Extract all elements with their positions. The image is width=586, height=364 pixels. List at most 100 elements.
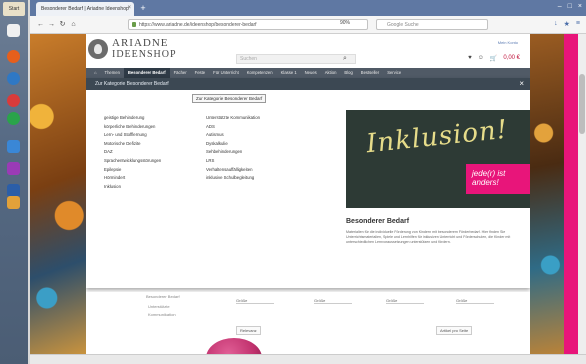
category-all-button[interactable]: Zur Kategorie Besonderer Bedarf [192,94,267,103]
nav-item-besonderer-bedarf[interactable]: Besonderer Bedarf [123,68,170,78]
background-art-right [530,34,564,364]
heart-icon[interactable]: ♥ [468,55,472,62]
sidebar-link[interactable]: Besonderer Bedarf [146,294,180,299]
category-link[interactable]: inklusive Schulbegleitung [206,174,260,183]
category-link[interactable]: ADS [206,123,260,132]
home-icon[interactable]: ⌂ [69,20,78,29]
category-link[interactable]: Hörmindert [104,174,161,183]
download-icon[interactable]: ↓ [554,20,558,28]
bookmark-icon[interactable]: ★ [564,20,570,28]
status-bar [30,354,586,364]
maximize-icon[interactable]: □ [568,3,572,10]
scrollbar-thumb[interactable] [579,74,585,134]
nav-item[interactable]: Klasse 1 [277,68,301,78]
app-icon[interactable] [7,140,20,153]
main-navigation: ⌂ Themen Besonderer Bedarf Fächer Feste … [86,68,530,78]
browser-search-input[interactable]: Google Suche [376,19,488,30]
cart-total[interactable]: 0,00 € [503,55,520,62]
zoom-level[interactable]: 90% [340,20,350,26]
nav-item[interactable]: Feste [191,68,209,78]
category-link[interactable]: Dyskalkulie [206,140,260,149]
logo-line2: IDEENSHOP [112,49,177,60]
nav-item[interactable]: Kompetenzen [243,68,277,78]
close-window-icon[interactable]: × [578,3,582,10]
home-icon[interactable]: ⌂ [90,68,101,78]
category-link[interactable]: Unterstützte Kommunikation [206,114,260,123]
per-page-select[interactable]: Artikel pro Seite [436,326,473,335]
category-link[interactable]: geistige Behinderung [104,114,161,123]
search-placeholder: Google Suche [387,22,419,28]
back-icon[interactable]: ← [36,20,45,29]
category-column-2: Unterstützte Kommunikation ADS Autismus … [206,114,260,183]
site-search-input[interactable]: Suchen [236,54,356,64]
browser-tab[interactable]: Besonderer Bedarf | Ariadne Ideenshop × [36,2,134,16]
category-link[interactable]: Verhaltensauffälligkeiten [206,166,260,175]
close-icon[interactable]: × [519,79,524,88]
firefox-icon[interactable] [7,50,20,63]
start-button[interactable]: Start [3,2,25,16]
filter-dropdown[interactable]: Größe [386,298,424,304]
user-icon[interactable]: ☺ [478,55,484,62]
teaser-description: Materialien für die individuelle Förderu… [346,230,511,244]
tab-bar: Besonderer Bedarf | Ariadne Ideenshop × … [30,0,586,16]
nav-item[interactable]: Bestseller [357,68,383,78]
folder-icon[interactable] [7,24,20,37]
new-tab-icon[interactable]: + [138,3,148,13]
nav-item[interactable]: Themen [101,68,124,78]
folder-icon[interactable] [7,196,20,209]
category-link[interactable]: Autismus [206,131,260,140]
nav-item[interactable]: Blog [340,68,356,78]
menu-icon[interactable]: ≡ [576,20,580,28]
reload-icon[interactable]: ↻ [58,20,67,29]
teaser-tag: jede(r) ist anders! [466,164,530,194]
forward-icon[interactable]: → [47,20,56,29]
close-icon[interactable]: × [127,5,131,11]
minimize-icon[interactable]: – [558,3,562,10]
mega-menu-title[interactable]: Zur Kategorie Besonderer Bedarf [95,81,169,87]
navigation-bar: ← → ↻ ⌂ https://www.ariadne.de/ideenshop… [30,16,586,34]
category-link[interactable]: körperliche Behinderungen [104,123,161,132]
nav-item[interactable]: Aktion [321,68,341,78]
logo-line1: ARIADNE [112,37,169,49]
category-link[interactable]: LRS [206,157,260,166]
app-icon[interactable] [7,94,20,107]
window-controls: – □ × [558,3,582,10]
nav-item[interactable]: Service [383,68,405,78]
filter-dropdown[interactable]: Größe [236,298,274,304]
category-link[interactable]: Sehbehinderungen [206,148,260,157]
nav-item[interactable]: Fächer [170,68,191,78]
teaser-image[interactable]: Inklusion! jede(r) ist anders! [346,110,530,208]
category-link[interactable]: Motorische Defizite [104,140,161,149]
category-link[interactable]: Lern- und Stofflernung [104,131,161,140]
account-link[interactable]: Mein Konto [498,40,518,45]
url-text: https://www.ariadne.de/ideenshop/besonde… [139,22,257,28]
url-bar[interactable]: https://www.ariadne.de/ideenshop/besonde… [128,19,368,30]
sidebar-link[interactable]: Kommunikation [148,312,176,317]
skype-icon[interactable] [7,112,20,125]
sidebar-link[interactable]: Unterstützte [148,304,170,309]
teaser-title: Besonderer Bedarf [346,218,410,225]
filter-dropdown[interactable]: Größe [314,298,352,304]
mega-menu-header: Zur Kategorie Besonderer Bedarf × [86,78,530,90]
mega-menu: Zur Kategorie Besonderer Bedarf × Zur Ka… [86,78,530,288]
category-link[interactable]: DAZ [104,148,161,157]
browser-window: Besonderer Bedarf | Ariadne Ideenshop × … [30,0,586,364]
category-link[interactable]: Sprachentwicklungsstörungen [104,157,161,166]
chrome-icon[interactable] [7,72,20,85]
cart-icon[interactable]: 🛒 [490,55,497,62]
app-icon[interactable] [7,162,20,175]
background-art-left [30,34,86,364]
filter-dropdown[interactable]: Größe [456,298,494,304]
site-logo[interactable]: ARIADNE IDEENSHOP [112,37,177,61]
category-link[interactable]: Inklusion [104,183,161,192]
desktop-taskbar: Start [0,0,28,364]
search-icon[interactable]: ⌕ [343,55,347,63]
category-link[interactable]: Epilepsie [104,166,161,175]
teaser-chalk-text: Inklusion! [364,114,510,160]
nav-item[interactable]: Neues [301,68,321,78]
logo-icon[interactable] [88,39,108,59]
toolbar-icons: ↓ ★ ≡ [554,20,580,28]
scrollbar[interactable] [578,34,586,354]
sort-select[interactable]: Relevanz [236,326,261,335]
nav-item[interactable]: Für Unterricht [209,68,243,78]
